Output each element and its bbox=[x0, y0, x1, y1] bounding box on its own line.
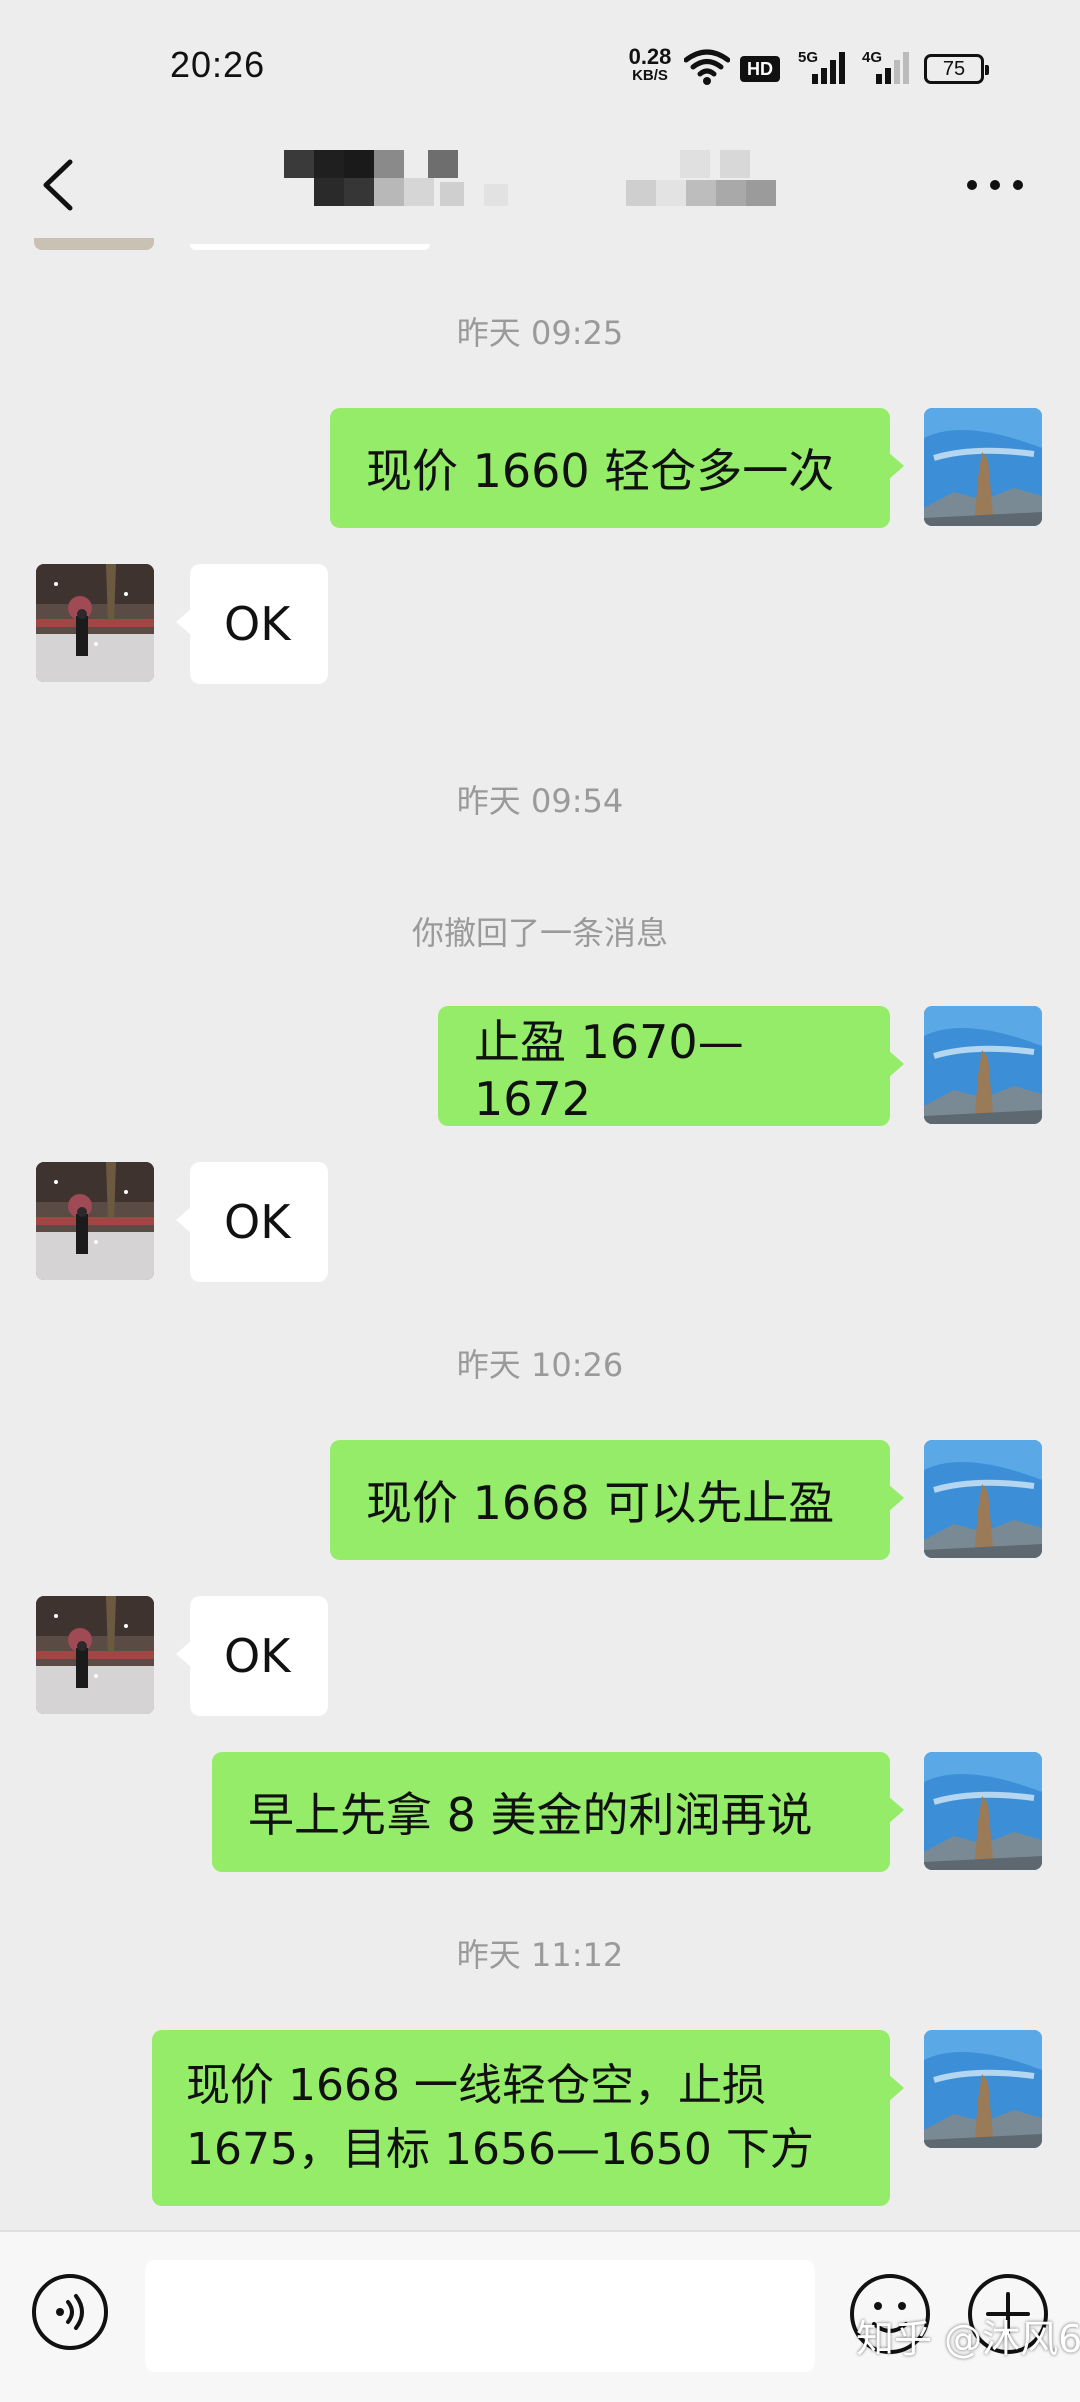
my-avatar[interactable] bbox=[924, 2030, 1042, 2148]
timestamp: 昨天 09:54 bbox=[456, 782, 624, 820]
message-input[interactable] bbox=[145, 2260, 815, 2372]
network-speed-value: 0.28 bbox=[628, 44, 672, 69]
sent-message-bubble[interactable]: 止盈 1670—1672 bbox=[438, 1006, 904, 1126]
signal-5g-icon: 5G bbox=[798, 49, 845, 84]
contact-avatar[interactable] bbox=[36, 1596, 154, 1714]
sent-message-bubble[interactable]: 现价 1668 可以先止盈 bbox=[330, 1440, 904, 1560]
my-avatar[interactable] bbox=[924, 1752, 1042, 1870]
my-avatar[interactable] bbox=[924, 1006, 1042, 1124]
avatar-mountain-image bbox=[924, 1440, 1042, 1558]
sent-message-bubble[interactable]: 早上先拿 8 美金的利润再说 bbox=[212, 1752, 904, 1872]
chevron-left-icon[interactable] bbox=[36, 150, 82, 220]
timestamp: 昨天 11:12 bbox=[456, 1936, 624, 1974]
sent-message-bubble[interactable]: 现价 1668 一线轻仓空，止损 1675，目标 1656—1650 下方 bbox=[152, 2030, 904, 2206]
received-message-bubble[interactable]: OK bbox=[176, 1596, 328, 1716]
avatar-mountain-image bbox=[924, 2030, 1042, 2148]
timestamp: 昨天 09:25 bbox=[456, 314, 624, 352]
avatar-snow-person-image bbox=[36, 1162, 154, 1280]
signal-4g-label: 4G bbox=[862, 49, 882, 66]
network-speed: 0.28 KB/S bbox=[620, 44, 680, 84]
status-bar: 20:26 0.28 KB/S HD 5G 4G 75 bbox=[0, 0, 1080, 130]
received-message-bubble[interactable]: OK bbox=[176, 1162, 328, 1282]
timestamp: 昨天 10:26 bbox=[456, 1346, 624, 1384]
recalled-message-notice: 你撤回了一条消息 bbox=[411, 914, 668, 952]
wifi-icon bbox=[684, 49, 730, 85]
battery-icon: 75 bbox=[924, 54, 989, 84]
received-message-bubble[interactable]: OK bbox=[176, 564, 328, 684]
previous-message-edge bbox=[190, 244, 430, 250]
network-speed-unit: KB/S bbox=[632, 67, 668, 84]
sent-message-bubble[interactable]: 现价 1660 轻仓多一次 bbox=[330, 408, 904, 528]
contact-avatar[interactable] bbox=[36, 564, 154, 682]
signal-4g-icon: 4G bbox=[862, 49, 909, 84]
avatar-snow-person-image bbox=[36, 1596, 154, 1714]
more-horizontal-icon[interactable] bbox=[960, 170, 1030, 200]
avatar-snow-person-image bbox=[36, 564, 154, 682]
previous-message-edge bbox=[34, 238, 154, 250]
signal-5g-label: 5G bbox=[798, 49, 818, 66]
contact-avatar[interactable] bbox=[36, 1162, 154, 1280]
watermark: 知乎 @沐风671 bbox=[856, 2317, 1080, 2361]
my-avatar[interactable] bbox=[924, 408, 1042, 526]
voice-icon[interactable] bbox=[30, 2272, 110, 2352]
my-avatar[interactable] bbox=[924, 1440, 1042, 1558]
avatar-mountain-image bbox=[924, 1752, 1042, 1870]
avatar-mountain-image bbox=[924, 1006, 1042, 1124]
chat-header bbox=[0, 130, 1080, 250]
avatar-mountain-image bbox=[924, 408, 1042, 526]
status-time: 20:26 bbox=[170, 44, 266, 85]
hd-voice-badge: HD bbox=[740, 56, 780, 82]
contact-name-redacted bbox=[280, 140, 800, 230]
